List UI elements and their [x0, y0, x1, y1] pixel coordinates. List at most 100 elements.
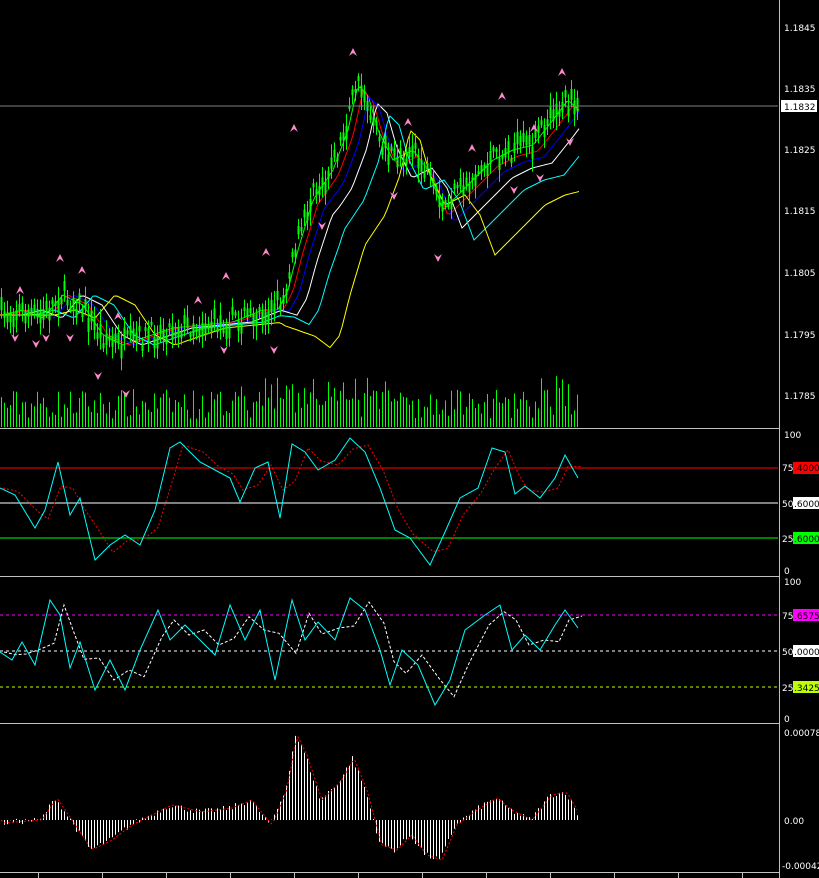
candle-body [438, 193, 441, 208]
candle-body [435, 187, 438, 195]
candle-body [249, 307, 252, 314]
candle-body [300, 227, 303, 232]
candle-body [324, 181, 327, 195]
candle-body [393, 148, 396, 156]
osc1-tick: 0 [784, 567, 790, 577]
hist-tick: 0.00 [784, 817, 804, 827]
candle-body [357, 76, 360, 82]
candle-body [186, 317, 189, 328]
candle-body [387, 154, 390, 165]
price-tick: 1.1815 [784, 207, 816, 217]
candle-body [78, 293, 81, 303]
price-axis[interactable]: 1.1845 1.1835 1.1825 1.1815 1.1805 1.179… [781, 24, 817, 402]
price-tick: 1.1835 [784, 85, 816, 95]
candle-body [450, 198, 453, 210]
osc2-axis[interactable]: 100 75 .6575 50 .0000 25 .3425 0 [782, 578, 819, 725]
candle-body [309, 198, 312, 212]
fractal-up-arrow [16, 286, 24, 294]
fractal-up-arrow [78, 266, 86, 274]
candle-body [225, 325, 228, 340]
moving-average-line [0, 103, 580, 346]
fractal-down-arrow [434, 254, 442, 262]
candle-body [39, 310, 42, 324]
candle-body [525, 135, 528, 146]
candle-body [432, 177, 435, 186]
fractal-up-arrow [262, 248, 270, 256]
candle-body [219, 315, 222, 328]
candle-body [201, 322, 204, 337]
candle-body [72, 297, 75, 312]
price-tick: 1.1805 [784, 269, 816, 279]
candle-body [30, 308, 33, 315]
candle-body [405, 158, 408, 165]
osc2-signal-line [3, 601, 583, 698]
candle-body [372, 117, 375, 126]
fractal-down-arrow [11, 334, 19, 342]
candle-body [141, 342, 144, 351]
candle-body [105, 333, 108, 346]
candle-body [117, 333, 120, 344]
candle-body [471, 177, 474, 181]
candle-body [315, 189, 318, 195]
fractal-down-arrow [32, 340, 40, 348]
chart-canvas[interactable]: 1.1845 1.1835 1.1825 1.1815 1.1805 1.179… [0, 0, 819, 878]
candle-body [90, 310, 93, 322]
oscillator-2-panel[interactable] [0, 597, 778, 707]
fractal-down-arrow [270, 346, 278, 354]
candle-body [258, 307, 261, 311]
osc1-main-line [0, 437, 579, 566]
candle-body [15, 310, 18, 321]
fractal-up-arrow [222, 272, 230, 280]
osc1-axis[interactable]: 100 75 .4000 50 .6000 25 .6000 0 [782, 431, 819, 577]
candle-body [408, 146, 411, 158]
candle-body [21, 302, 24, 311]
candle-body [288, 272, 291, 279]
histogram-axis[interactable]: 0.00078 0.00 -0.00042 [782, 729, 819, 872]
price-panel[interactable] [0, 48, 778, 427]
fractal-up-arrow [349, 48, 357, 56]
candle-body [150, 321, 153, 325]
osc1-tag-25-label: .6000 [794, 535, 819, 545]
candle-body [279, 304, 282, 310]
candle-body [60, 298, 63, 305]
oscillator-1-panel[interactable] [0, 437, 778, 566]
candle-body [129, 325, 132, 336]
candle-body [207, 323, 210, 330]
candle-body [312, 183, 315, 188]
candle-body [198, 327, 201, 337]
candle-body [345, 125, 348, 140]
candle-body [84, 299, 87, 310]
candle-body [99, 323, 102, 338]
candle-body [363, 90, 366, 103]
candle-body [213, 308, 216, 320]
candle-body [96, 332, 99, 340]
candle-body [24, 310, 27, 324]
moving-average-line [0, 86, 580, 346]
candle-body [243, 307, 246, 312]
candle-body [492, 147, 495, 152]
candle-body [210, 321, 213, 332]
candle-body [177, 327, 180, 337]
fractal-down-arrow [42, 334, 50, 342]
candle-body [504, 148, 507, 158]
hist-tick: -0.00042 [782, 862, 819, 872]
candle-body [114, 333, 117, 343]
candle-body [291, 251, 294, 258]
osc1-tag-75-label: .4000 [794, 464, 819, 474]
histogram-panel[interactable] [0, 735, 578, 861]
fractal-down-arrow [122, 390, 130, 398]
moving-averages [0, 86, 580, 349]
osc2-tick: 100 [784, 578, 801, 588]
candle-body [12, 315, 15, 327]
candle-body [519, 136, 522, 147]
candle-body [42, 309, 45, 320]
osc2-tick: 50 [782, 648, 794, 658]
candle-body [174, 331, 177, 337]
candle-body [384, 135, 387, 148]
candle-body [507, 141, 510, 154]
candle-body [123, 327, 126, 339]
candle-body [426, 162, 429, 170]
candle-body [45, 300, 48, 311]
candle-body [252, 313, 255, 327]
candle-body [297, 226, 300, 235]
